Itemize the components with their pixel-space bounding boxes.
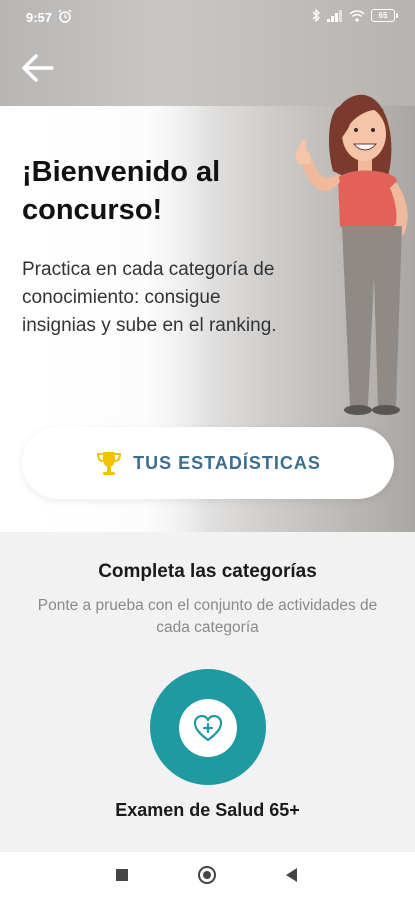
stats-button[interactable]: TUS ESTADÍSTICAS <box>22 427 394 499</box>
recent-apps-icon[interactable] <box>116 869 128 881</box>
home-icon[interactable] <box>198 866 216 884</box>
trophy-icon <box>97 452 122 475</box>
back-arrow-icon[interactable] <box>20 52 56 84</box>
back-icon[interactable] <box>286 868 297 882</box>
signal-icon <box>327 9 342 22</box>
category-label: Examen de Salud 65+ <box>115 800 300 820</box>
categories-subtitle: Ponte a prueba con el conjunto de activi… <box>37 597 378 636</box>
hero-banner: ¡Bienvenido al concurso! Practica en cad… <box>0 0 415 532</box>
category-badge <box>150 669 266 785</box>
woman-thumbs-up-illustration <box>295 94 408 415</box>
bluetooth-icon <box>312 9 320 22</box>
category-item-salud-65[interactable]: Examen de Salud 65+ <box>0 665 415 835</box>
hero-title: ¡Bienvenido al concurso! <box>22 156 221 226</box>
battery-icon: 65 <box>371 9 398 22</box>
alarm-icon <box>58 9 72 23</box>
status-bar: 9:57 65 <box>0 0 415 36</box>
system-nav-bar <box>0 852 415 900</box>
heart-plus-icon <box>193 714 223 742</box>
stats-button-label: TUS ESTADÍSTICAS <box>133 452 321 473</box>
status-icons: 65 <box>312 9 398 22</box>
hero-description: Practica en cada categoría de conocimien… <box>22 259 277 336</box>
category-icon-background <box>179 699 237 757</box>
status-time: 9:57 <box>26 10 53 25</box>
categories-title: Completa las categorías <box>98 561 317 582</box>
wifi-icon <box>349 9 365 22</box>
